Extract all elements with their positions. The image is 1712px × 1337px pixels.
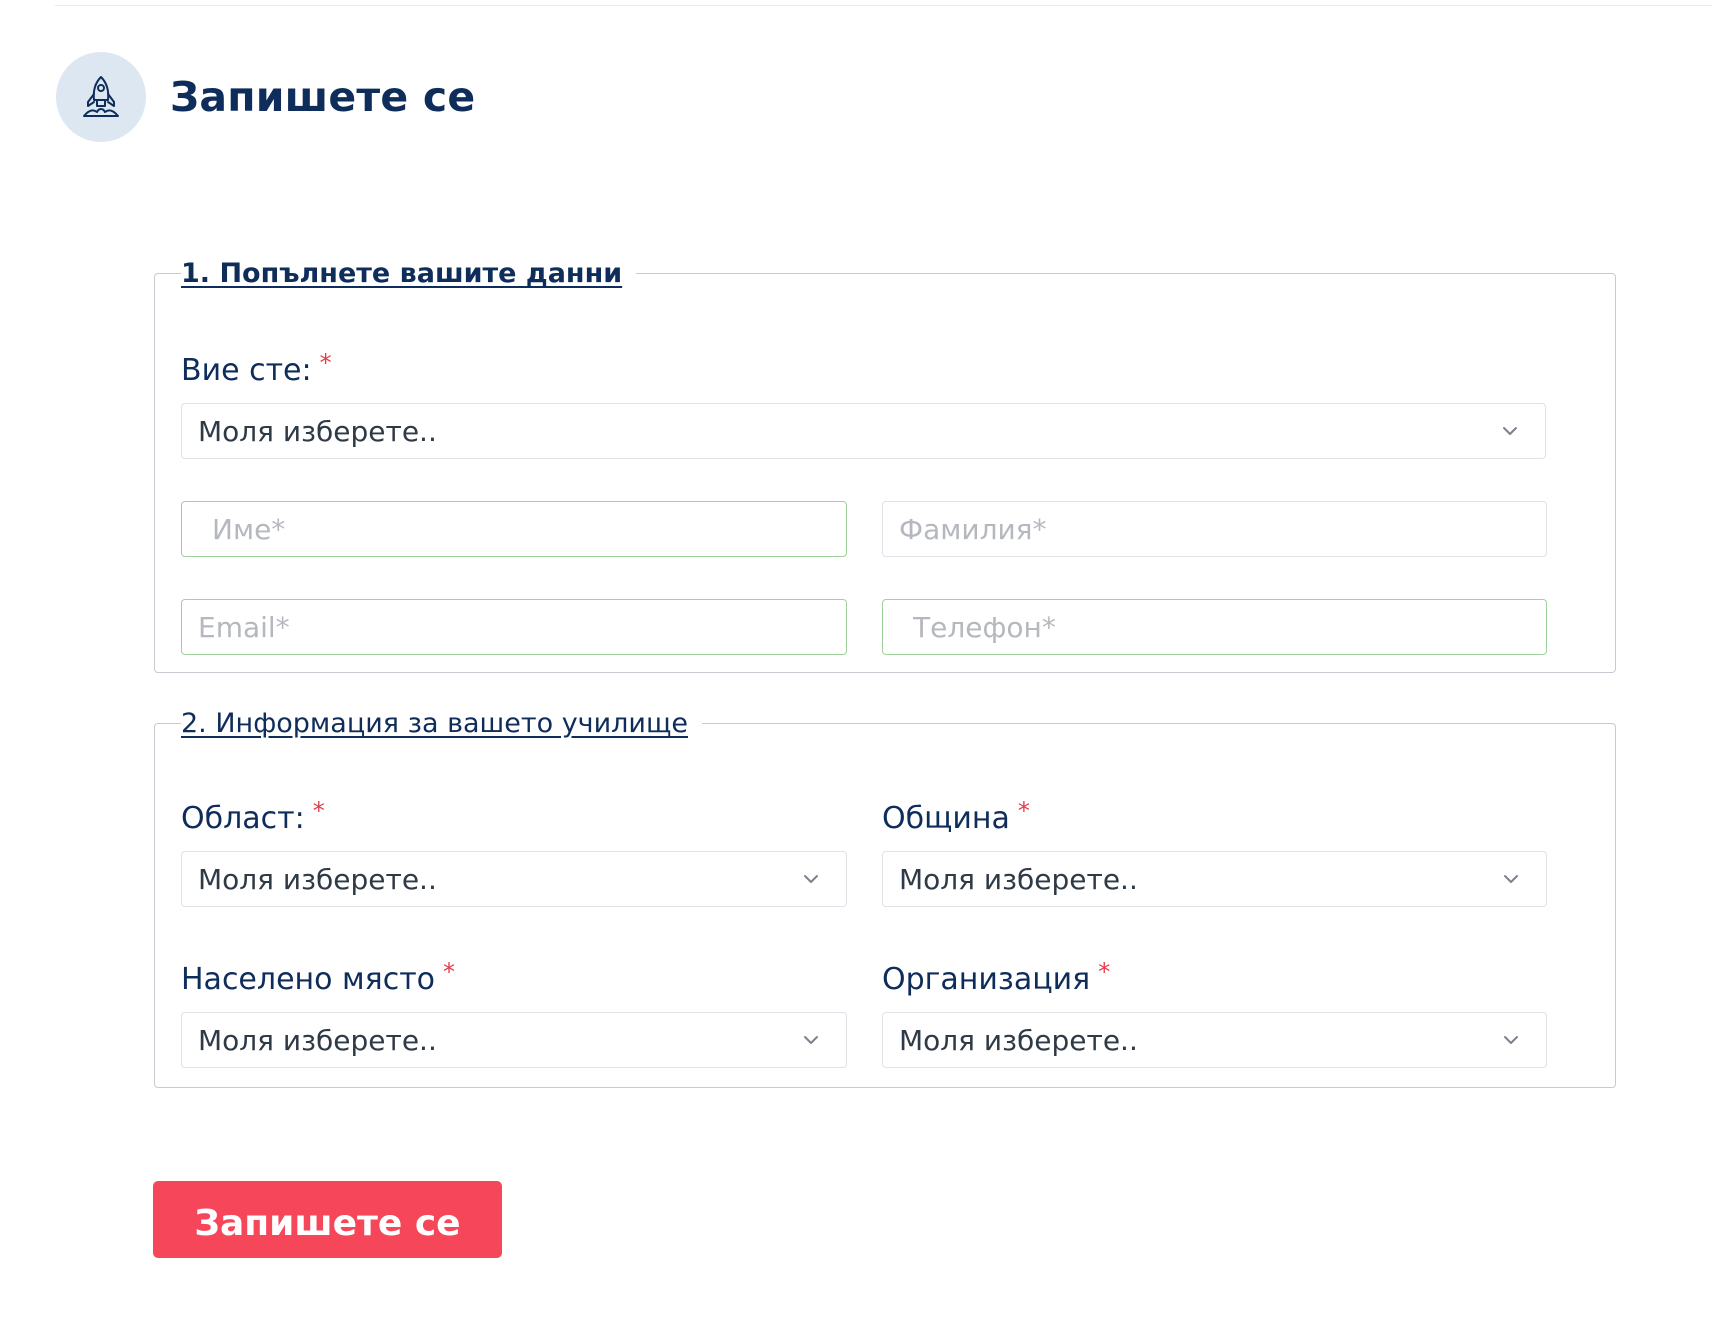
phone-field[interactable] — [882, 599, 1547, 655]
role-select[interactable]: Моля изберете.. — [181, 403, 1546, 459]
role-select-value: Моля изберете.. — [198, 414, 437, 448]
settlement-select-value: Моля изберете.. — [198, 1023, 437, 1057]
region-select-value: Моля изберете.. — [198, 862, 437, 896]
settlement-label-text: Населено място — [181, 962, 436, 997]
chevron-down-icon — [1502, 870, 1520, 888]
organization-label-text: Организация — [882, 962, 1091, 997]
page-header: Запишете се — [56, 52, 475, 142]
submit-button[interactable]: Запишете се — [153, 1181, 502, 1258]
last-name-field[interactable] — [882, 501, 1547, 557]
municipality-label-text: Община — [882, 801, 1010, 836]
section-2-legend: 2. Информация за вашето училище — [181, 708, 689, 739]
required-mark: * — [1017, 797, 1030, 825]
role-label-text: Вие сте: — [181, 353, 312, 388]
organization-select[interactable]: Моля изберете.. — [882, 1012, 1547, 1068]
chevron-down-icon — [802, 870, 820, 888]
section-1-legend: 1. Попълнете вашите данни — [181, 258, 623, 289]
top-divider — [55, 5, 1712, 6]
personal-data-section: 1. Попълнете вашите данни Вие сте: * Мол… — [154, 258, 1616, 673]
required-mark: * — [443, 958, 456, 986]
school-info-section: 2. Информация за вашето училище Област: … — [154, 708, 1616, 1088]
municipality-select[interactable]: Моля изберете.. — [882, 851, 1547, 907]
required-mark: * — [319, 349, 332, 377]
required-mark: * — [312, 797, 325, 825]
role-label: Вие сте: * — [181, 349, 332, 388]
region-label: Област: * — [181, 797, 325, 836]
region-label-text: Област: — [181, 801, 305, 836]
page-title: Запишете се — [170, 73, 476, 121]
region-select[interactable]: Моля изберете.. — [181, 851, 847, 907]
chevron-down-icon — [1501, 422, 1519, 440]
organization-label: Организация * — [882, 958, 1111, 997]
settlement-label: Населено място * — [181, 958, 456, 997]
chevron-down-icon — [1502, 1031, 1520, 1049]
chevron-down-icon — [802, 1031, 820, 1049]
settlement-select[interactable]: Моля изберете.. — [181, 1012, 847, 1068]
email-field[interactable] — [181, 599, 847, 655]
municipality-select-value: Моля изберете.. — [899, 862, 1138, 896]
municipality-label: Община * — [882, 797, 1030, 836]
rocket-icon — [56, 52, 146, 142]
first-name-field[interactable] — [181, 501, 847, 557]
organization-select-value: Моля изберете.. — [899, 1023, 1138, 1057]
required-mark: * — [1098, 958, 1111, 986]
